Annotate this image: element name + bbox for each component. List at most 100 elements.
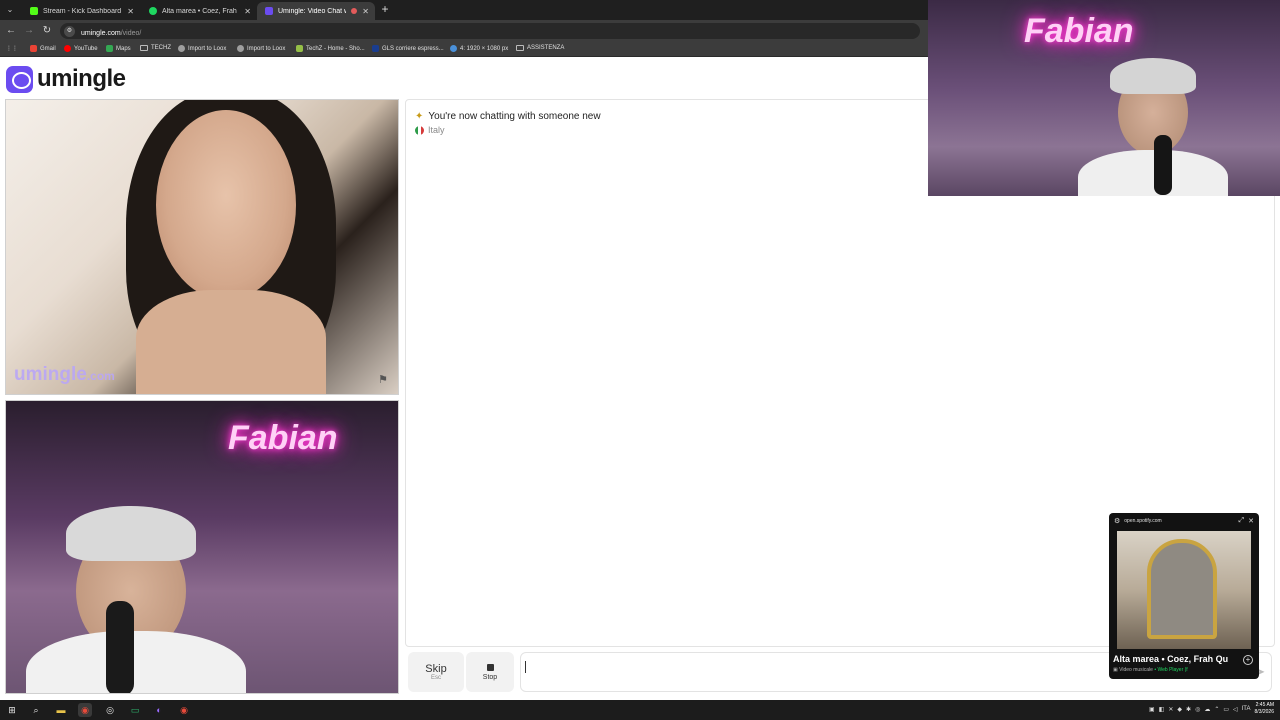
bookmark-youtube[interactable]: YouTube [64, 45, 98, 52]
volume-icon[interactable]: ◁ [1233, 706, 1238, 713]
neon-sign: Fabian [228, 419, 338, 457]
clock[interactable]: 2:45 AM 8/3/2026 [1255, 702, 1274, 716]
umingle-icon [265, 7, 273, 15]
sparkle-icon: ✦ [415, 111, 424, 122]
italy-flag-icon [415, 125, 424, 135]
tab-kick-dashboard[interactable]: Stream - Kick Dashboard ✕ [22, 2, 140, 20]
back-icon[interactable]: ← [4, 24, 18, 38]
gls-icon [372, 45, 379, 52]
skip-button[interactable]: Skip Esc [408, 652, 464, 692]
tray-app-icon[interactable]: ◧ [1159, 706, 1165, 713]
site-info-icon[interactable]: ⚙ [64, 25, 75, 37]
video-figure [136, 290, 326, 394]
spotify-mini-player[interactable]: ⚙ open.spotify.com ⤢ ✕ Alta marea • Coez… [1109, 513, 1259, 679]
clock-time: 2:45 AM [1255, 702, 1274, 708]
add-to-library-icon[interactable]: + [1243, 655, 1253, 665]
partner-country-text: Italy [428, 125, 445, 135]
pip-header: ⚙ open.spotify.com ⤢ ✕ [1109, 513, 1259, 529]
tray-app-icon[interactable]: ▣ [1149, 706, 1155, 713]
maps-icon [106, 45, 113, 52]
discord-icon[interactable]: ◐ [152, 703, 166, 717]
site-logo[interactable]: umingle [6, 65, 126, 93]
bookmark-maps[interactable]: Maps [106, 45, 131, 52]
search-icon[interactable]: ⌕ [29, 703, 43, 717]
bookmark-techz-folder[interactable]: TECHZ [140, 45, 171, 51]
neon-sign: Fabian [1024, 12, 1134, 50]
url-domain: umingle.com [81, 30, 121, 37]
mirror-figure [1147, 539, 1217, 639]
settings-icon[interactable]: ⚙ [1114, 517, 1120, 525]
album-art [1117, 531, 1251, 649]
file-explorer-icon[interactable]: ▬ [54, 703, 68, 717]
bluetooth-icon[interactable]: ✱ [1186, 706, 1191, 713]
microphone-icon [106, 601, 134, 693]
bookmark-image-size[interactable]: 4: 1920 × 1080 px [450, 45, 508, 52]
tray-app-icon[interactable]: ✕ [1168, 706, 1173, 713]
gmail-icon [30, 45, 37, 52]
shopify-icon [296, 45, 303, 52]
obs-icon[interactable]: ◎ [103, 703, 117, 717]
tray-overflow-icon[interactable]: ⌃ [1214, 706, 1219, 713]
tray-app-icon[interactable]: ◎ [1195, 706, 1200, 713]
close-icon[interactable]: ✕ [127, 7, 134, 16]
new-tab-button[interactable]: + [378, 2, 392, 16]
streamer-webcam-overlay: Fabian [928, 0, 1280, 196]
chat-bubble-icon [6, 65, 33, 93]
tab-spotify[interactable]: Alta marea • Coez, Frah Qu ✕ [141, 2, 257, 20]
bookmark-gls[interactable]: GLS corriere espress... [372, 45, 444, 52]
report-flag-icon[interactable]: ⚑ [378, 374, 390, 386]
start-menu-icon[interactable]: ⊞ [5, 703, 19, 717]
video-figure [1110, 58, 1196, 94]
onedrive-icon[interactable]: ☁ [1204, 706, 1210, 713]
video-figure [66, 506, 196, 561]
language-indicator[interactable]: ITA [1242, 706, 1251, 712]
video-figure [156, 110, 296, 300]
bookmark-gmail[interactable]: Gmail [30, 45, 56, 52]
bookmark-import-loox-1[interactable]: Import to Loox [178, 45, 226, 52]
system-tray: ▣ ◧ ✕ ◆ ✱ ◎ ☁ ⌃ ▭ ◁ ITA 2:45 AM 8/3/2026 [1149, 702, 1274, 716]
video-figure [26, 631, 246, 693]
tab-umingle[interactable]: Umingle: Video Chat with S ✕ [257, 2, 375, 20]
skip-label: Skip [425, 663, 447, 675]
system-message: ✦ You're now chatting with someone new [415, 111, 601, 122]
back-to-tab-icon[interactable]: ⤢ [1239, 517, 1245, 525]
stop-button[interactable]: Stop [466, 652, 514, 692]
stranger-video: umingle.com ⚑ [5, 99, 399, 395]
chrome-icon[interactable]: ◉ [78, 703, 92, 717]
forward-icon[interactable]: → [22, 24, 36, 38]
pip-domain: open.spotify.com [1124, 518, 1162, 524]
close-icon[interactable]: ✕ [362, 7, 369, 16]
windows-taskbar: ⊞ ⌕ ▬ ◉ ◎ ▭ ◐ ◉ ▣ ◧ ✕ ◆ ✱ ◎ ☁ ⌃ ▭ ◁ ITA … [0, 700, 1280, 720]
system-message-text: You're now chatting with someone new [428, 111, 601, 122]
youtube-icon [64, 45, 71, 52]
tab-search-button[interactable]: ⌄ [4, 4, 16, 16]
folder-icon [516, 45, 524, 51]
bookmark-techz-shop[interactable]: TechZ - Home - Sho... [296, 45, 365, 52]
bookmark-import-loox-2[interactable]: Import to Loox [237, 45, 285, 52]
microphone-icon [1154, 135, 1172, 195]
kick-icon [30, 7, 38, 15]
spotify-icon [149, 7, 157, 15]
image-icon [450, 45, 457, 52]
logo-text: umingle [37, 65, 126, 92]
close-icon[interactable]: ✕ [1248, 517, 1254, 525]
network-icon[interactable]: ▭ [1223, 706, 1229, 713]
tray-app-icon[interactable]: ◆ [1177, 706, 1182, 713]
tab-title: Alta marea • Coez, Frah Qu [162, 7, 239, 15]
chrome-profile-icon[interactable]: ◉ [177, 703, 191, 717]
track-subtitle: ▣ Video musicale • Web Player (f [1113, 667, 1188, 673]
partner-country: Italy [415, 125, 445, 135]
reload-icon[interactable]: ↻ [40, 24, 54, 38]
video-figure [1078, 150, 1228, 196]
umingle-watermark: umingle.com [14, 364, 115, 385]
apps-icon[interactable]: ⋮⋮ [6, 45, 18, 52]
text-caret [525, 661, 526, 673]
recording-icon [351, 8, 358, 14]
globe-icon [178, 45, 185, 52]
app-icon[interactable]: ▭ [128, 703, 142, 717]
stop-label: Stop [482, 673, 498, 681]
address-bar[interactable]: ⚙ umingle.com/video/ [60, 23, 920, 39]
bookmark-assistenza-folder[interactable]: ASSISTENZA [516, 45, 564, 51]
close-icon[interactable]: ✕ [244, 7, 251, 16]
folder-icon [140, 45, 148, 51]
